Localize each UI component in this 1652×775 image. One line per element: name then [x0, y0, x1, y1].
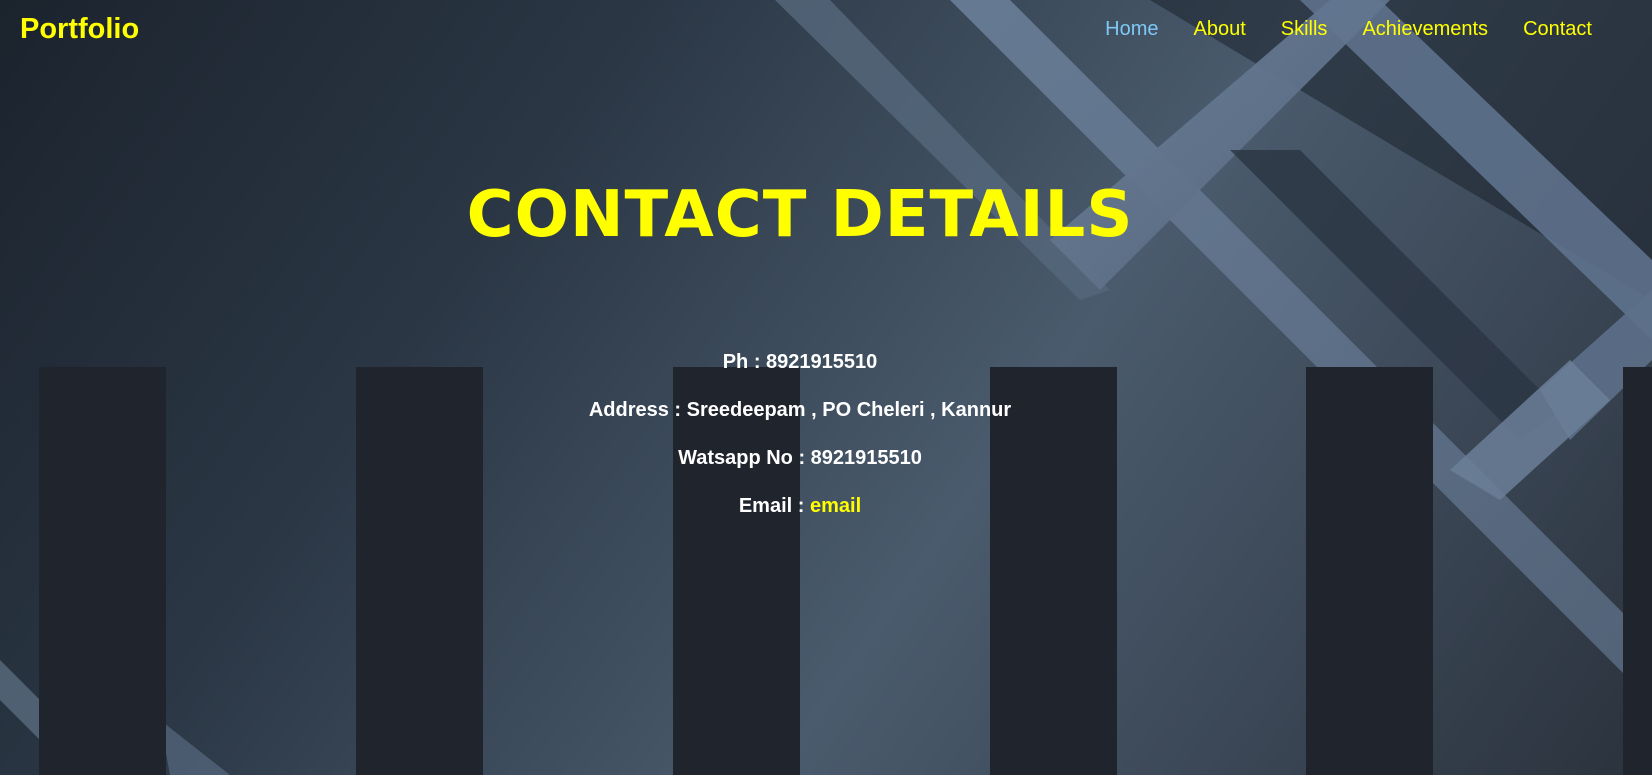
nav-links: Home About Skills Achievements Contact — [1105, 18, 1592, 41]
site-logo[interactable]: Portfolio — [20, 13, 139, 46]
email-line: Email : email — [0, 494, 1600, 542]
nav-link-achievements[interactable]: Achievements — [1362, 18, 1488, 41]
contact-details: Ph : 8921915510 Address : Sreedeepam , P… — [0, 350, 1600, 542]
contact-page: Portfolio Home About Skills Achievements… — [0, 0, 1652, 775]
contact-section: CONTACT DETAILS Ph : 8921915510 Address … — [0, 0, 1652, 775]
navbar: Portfolio Home About Skills Achievements… — [0, 0, 1652, 58]
phone-line: Ph : 8921915510 — [722, 351, 878, 373]
email-link[interactable]: email — [810, 495, 861, 517]
email-label: Email : — [738, 495, 810, 517]
contact-heading: CONTACT DETAILS — [466, 178, 1134, 252]
nav-link-skills[interactable]: Skills — [1281, 18, 1328, 41]
nav-link-about[interactable]: About — [1194, 18, 1246, 41]
nav-link-contact[interactable]: Contact — [1523, 18, 1592, 41]
address-line: Address : Sreedeepam , PO Cheleri , Kann… — [588, 399, 1012, 421]
watsapp-line: Watsapp No : 8921915510 — [678, 447, 922, 469]
nav-link-home[interactable]: Home — [1105, 18, 1158, 41]
